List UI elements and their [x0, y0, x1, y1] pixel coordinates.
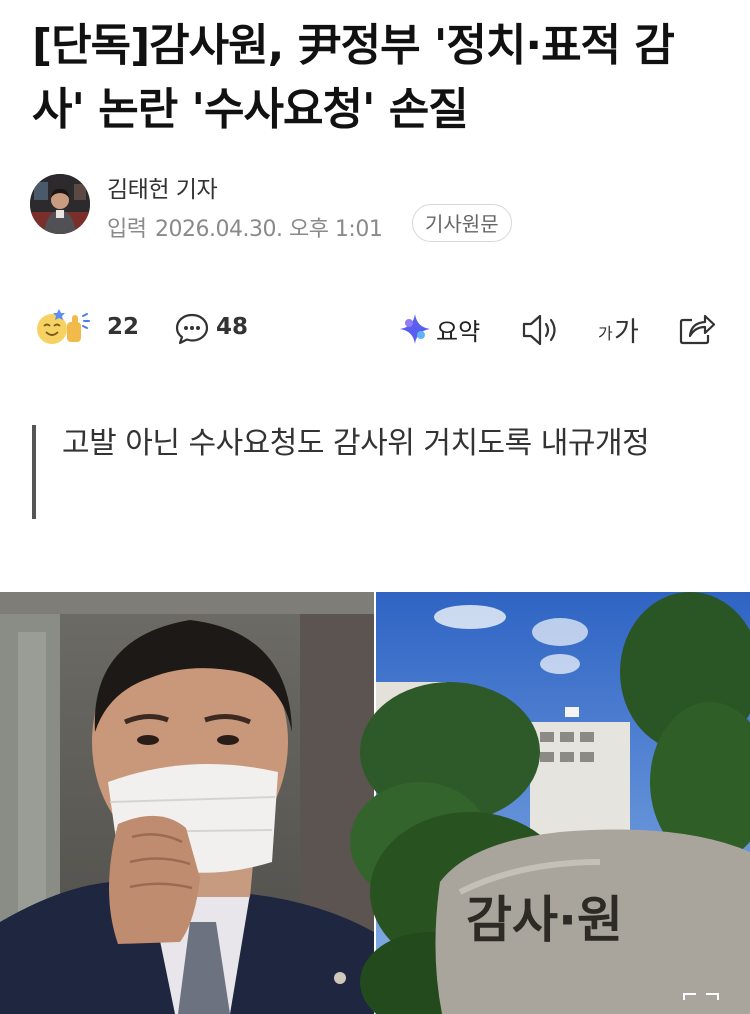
font-size-button[interactable]: 가 가 — [598, 304, 648, 354]
reporter-name[interactable]: 김태헌 기자 — [107, 170, 218, 204]
summary-star-icon — [400, 314, 430, 344]
reporter-avatar[interactable] — [30, 174, 90, 234]
speaker-icon — [522, 314, 556, 346]
comment-button[interactable]: 48 — [174, 304, 264, 354]
reaction-count: 22 — [107, 314, 140, 340]
article-image: 감사·원 — [0, 592, 750, 1014]
font-size-small-label: 가 — [598, 324, 613, 343]
article-photo[interactable]: 감사·원 — [0, 592, 750, 1014]
publish-label: 입력 — [107, 217, 147, 242]
font-size-large-label: 가 — [614, 317, 639, 348]
subheadline-text: 고발 아닌 수사요청도 감사위 거치도록 내규개정 — [62, 426, 650, 461]
stone-inscription: 감사·원 — [466, 891, 623, 949]
article-page: [단독]감사원, 尹정부 '정치·표적 감사' 논란 '수사요청' 손질 김태헌… — [0, 0, 750, 1014]
headline: [단독]감사원, 尹정부 '정치·표적 감사' 논란 '수사요청' 손질 — [32, 20, 675, 135]
share-icon — [679, 314, 716, 345]
summary-label: 요약 — [436, 318, 481, 346]
original-article-button[interactable]: 기사원문 — [412, 204, 512, 242]
emoji-reaction-icon — [37, 309, 90, 344]
text-to-speech-button[interactable] — [520, 304, 564, 354]
subheadline: 고발 아닌 수사요청도 감사위 거치도록 내규개정 — [32, 425, 712, 519]
comment-count: 48 — [216, 314, 249, 340]
share-button[interactable] — [678, 304, 718, 354]
reporter-photo — [30, 174, 90, 234]
reaction-button[interactable]: 22 — [34, 304, 144, 354]
comment-icon — [175, 313, 209, 345]
summary-button[interactable]: 요약 — [398, 304, 488, 354]
action-bar: 22 48 요약 가 가 — [30, 304, 720, 354]
byline: 김태헌 기자 입력 2026.04.30. 오후 1:01 기사원문 — [30, 170, 730, 250]
publish-time: 2026.04.30. 오후 1:01 — [155, 217, 383, 242]
